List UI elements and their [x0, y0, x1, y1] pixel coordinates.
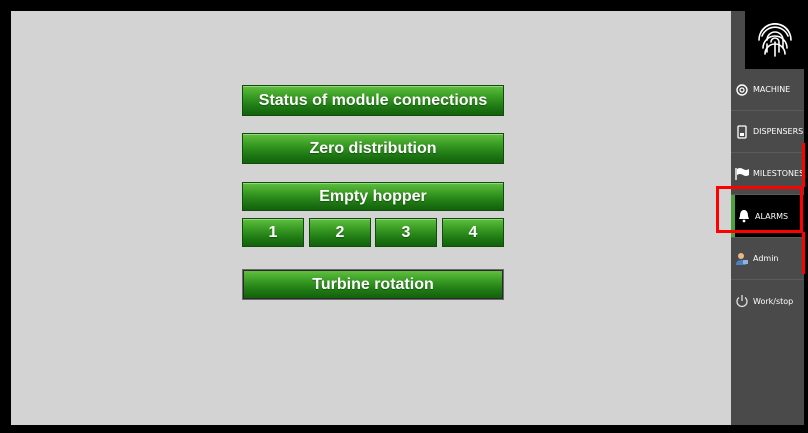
hopper-4-button[interactable]: 4	[442, 218, 504, 247]
power-icon	[735, 294, 749, 308]
hopper-3-button[interactable]: 3	[375, 218, 437, 247]
sidebar-item-label: DISPENSERS	[753, 127, 804, 136]
empty-hopper-button[interactable]: Empty hopper	[242, 182, 504, 211]
alarms-highlight-frame	[716, 186, 803, 233]
turbine-rotation-button[interactable]: Turbine rotation	[243, 270, 503, 299]
highlight-edge-mark	[802, 143, 805, 187]
zero-distribution-button[interactable]: Zero distribution	[242, 133, 504, 164]
gear-icon	[735, 83, 749, 97]
main-panel: Status of module connections Zero distri…	[11, 11, 731, 425]
user-icon	[735, 252, 749, 266]
sidebar-item-admin[interactable]: Admin	[731, 238, 804, 280]
fingerprint-icon[interactable]	[745, 11, 804, 69]
sidebar-item-label: Admin	[753, 254, 779, 263]
hopper-1-button[interactable]: 1	[242, 218, 304, 247]
status-of-module-connections-button[interactable]: Status of module connections	[242, 85, 504, 116]
highlight-edge-mark	[802, 232, 805, 274]
sidebar-item-label: MACHINE	[753, 85, 791, 94]
flag-icon	[735, 167, 749, 181]
sidebar-item-label: Work/stop	[753, 296, 794, 306]
sidebar-item-machine[interactable]: MACHINE	[731, 69, 804, 111]
sidebar-item-work-stop[interactable]: Work/stop	[731, 280, 804, 322]
phone-icon	[735, 124, 749, 139]
screen: Status of module connections Zero distri…	[0, 0, 808, 433]
sidebar-item-label: MILESTONES	[753, 169, 805, 178]
sidebar-item-dispensers[interactable]: DISPENSERS	[731, 111, 804, 153]
hopper-2-button[interactable]: 2	[309, 218, 371, 247]
